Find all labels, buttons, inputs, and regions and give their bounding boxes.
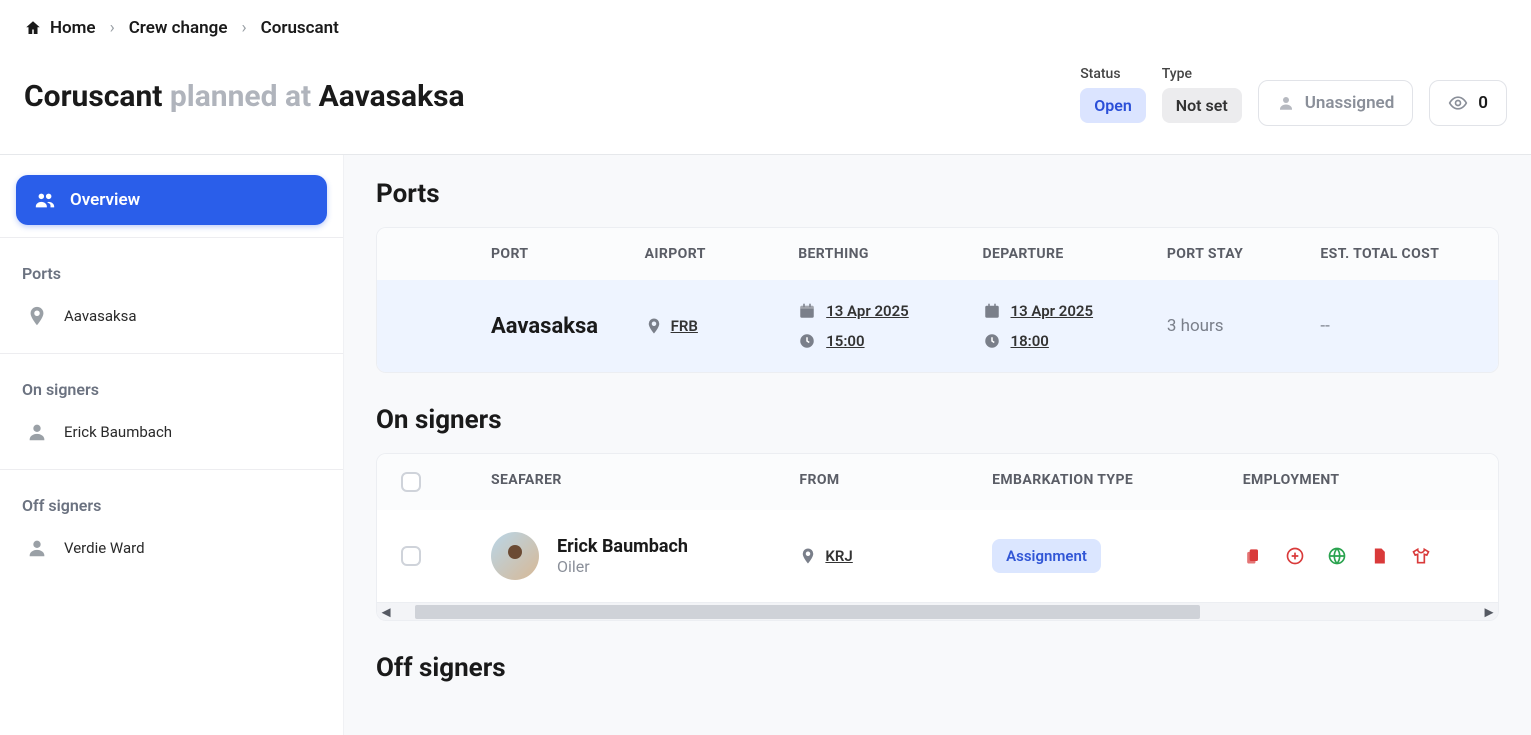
clock-icon <box>798 332 816 350</box>
chevron-right-icon: › <box>110 18 115 38</box>
departure-time[interactable]: 18:00 <box>1011 332 1049 350</box>
title-sub: planned at <box>170 79 311 114</box>
assignee-name: Unassigned <box>1305 93 1395 113</box>
user-icon <box>1277 94 1295 112</box>
sidebar-off-signer-name: Verdie Ward <box>64 539 145 557</box>
col-airport: AIRPORT <box>645 246 799 262</box>
airport-code[interactable]: FRB <box>671 317 698 335</box>
main-content: Ports PORT AIRPORT BERTHING DEPARTURE PO… <box>343 155 1531 735</box>
sidebar-overview-label: Overview <box>70 190 140 210</box>
status-badge[interactable]: Open <box>1080 88 1146 123</box>
pin-icon <box>799 547 817 565</box>
breadcrumb: Home › Crew change › Coruscant <box>24 18 1507 38</box>
col-port: PORT <box>491 246 645 262</box>
col-from: FROM <box>799 472 992 492</box>
cell-from: KRJ <box>799 547 992 565</box>
type-badge[interactable]: Not set <box>1162 88 1242 123</box>
sidebar: Overview Ports Aavasaksa On signers Eric… <box>0 155 343 735</box>
shirt-icon[interactable] <box>1411 546 1431 566</box>
col-stay: PORT STAY <box>1167 246 1321 262</box>
scroll-right-icon[interactable]: ► <box>1480 603 1498 621</box>
sidebar-port-item[interactable]: Aavasaksa <box>16 291 327 341</box>
sidebar-on-signer-name: Erick Baumbach <box>64 423 172 441</box>
title-vessel: Coruscant <box>24 79 162 114</box>
pin-icon <box>645 317 663 335</box>
row-checkbox[interactable] <box>401 546 421 566</box>
sidebar-on-signer[interactable]: Erick Baumbach <box>16 407 327 457</box>
on-signers-card: SEAFARER FROM EMBARKATION TYPE EMPLOYMEN… <box>376 453 1499 621</box>
signer-row[interactable]: Erick Baumbach Oiler KRJ Assignment <box>377 510 1498 602</box>
breadcrumb-home-label: Home <box>50 18 96 38</box>
cell-seafarer: Erick Baumbach Oiler <box>491 532 799 580</box>
cell-embark: Assignment <box>992 539 1243 573</box>
copy-icon[interactable] <box>1243 546 1263 566</box>
breadcrumb-home[interactable]: Home <box>24 18 96 38</box>
type-label: Type <box>1162 66 1242 82</box>
sidebar-off-label: Off signers <box>16 482 327 523</box>
col-seafarer: SEAFARER <box>491 472 799 492</box>
clock-icon <box>983 332 1001 350</box>
divider <box>0 237 343 238</box>
avatar <box>491 532 539 580</box>
calendar-icon <box>798 302 816 320</box>
seafarer-name: Erick Baumbach <box>557 536 688 557</box>
medical-icon[interactable] <box>1285 546 1305 566</box>
cell-stay: 3 hours <box>1167 316 1321 336</box>
sidebar-port-name: Aavasaksa <box>64 307 137 325</box>
home-icon <box>24 19 42 37</box>
col-employment: EMPLOYMENT <box>1243 472 1474 492</box>
ports-card: PORT AIRPORT BERTHING DEPARTURE PORT STA… <box>376 227 1499 373</box>
sidebar-off-signer[interactable]: Verdie Ward <box>16 523 327 573</box>
cell-airport: FRB <box>645 317 799 335</box>
eye-icon <box>1448 93 1468 113</box>
title-port: Aavasaksa <box>319 79 465 114</box>
breadcrumb-current: Coruscant <box>261 18 339 38</box>
document-icon[interactable] <box>1369 546 1389 566</box>
cell-port-name: Aavasaksa <box>491 314 645 339</box>
from-code[interactable]: KRJ <box>825 547 852 565</box>
cell-berthing: 13 Apr 2025 15:00 <box>798 302 982 350</box>
user-icon <box>26 421 48 443</box>
on-signers-title: On signers <box>376 405 1499 435</box>
cell-employment <box>1243 546 1474 566</box>
sidebar-overview[interactable]: Overview <box>16 175 327 225</box>
scroll-left-icon[interactable]: ◄ <box>377 603 395 621</box>
cell-cost: -- <box>1320 316 1474 336</box>
sidebar-ports-label: Ports <box>16 250 327 291</box>
select-all-checkbox[interactable] <box>401 472 421 492</box>
watchers-count: 0 <box>1478 93 1488 113</box>
embark-badge[interactable]: Assignment <box>992 539 1101 573</box>
globe-icon[interactable] <box>1327 546 1347 566</box>
breadcrumb-crew-change[interactable]: Crew change <box>129 18 228 38</box>
status-label: Status <box>1080 66 1146 82</box>
pin-icon <box>26 305 48 327</box>
departure-date[interactable]: 13 Apr 2025 <box>1011 302 1094 320</box>
page-title: Coruscant planned at Aavasaksa <box>24 79 465 114</box>
port-row[interactable]: Aavasaksa FRB 13 Apr 2025 15:00 <box>377 280 1498 372</box>
divider <box>0 353 343 354</box>
sidebar-on-label: On signers <box>16 366 327 407</box>
cell-departure: 13 Apr 2025 18:00 <box>983 302 1167 350</box>
berthing-time[interactable]: 15:00 <box>826 332 864 350</box>
col-cost: EST. TOTAL COST <box>1320 246 1474 262</box>
col-berthing: BERTHING <box>798 246 982 262</box>
berthing-date[interactable]: 13 Apr 2025 <box>826 302 909 320</box>
ports-title: Ports <box>376 179 1499 209</box>
seafarer-role: Oiler <box>557 557 688 576</box>
user-icon <box>26 537 48 559</box>
divider <box>0 469 343 470</box>
scroll-thumb[interactable] <box>415 605 1200 619</box>
people-icon <box>34 189 56 211</box>
calendar-icon <box>983 302 1001 320</box>
off-signers-title: Off signers <box>376 653 1499 683</box>
on-signers-header: SEAFARER FROM EMBARKATION TYPE EMPLOYMEN… <box>377 454 1498 510</box>
col-embark: EMBARKATION TYPE <box>992 472 1243 492</box>
horizontal-scrollbar[interactable]: ◄ ► <box>377 602 1498 620</box>
assignee-chip[interactable]: Unassigned <box>1258 80 1414 126</box>
ports-header-row: PORT AIRPORT BERTHING DEPARTURE PORT STA… <box>377 228 1498 280</box>
watchers-chip[interactable]: 0 <box>1429 80 1507 126</box>
chevron-right-icon: › <box>241 18 246 38</box>
col-departure: DEPARTURE <box>983 246 1167 262</box>
